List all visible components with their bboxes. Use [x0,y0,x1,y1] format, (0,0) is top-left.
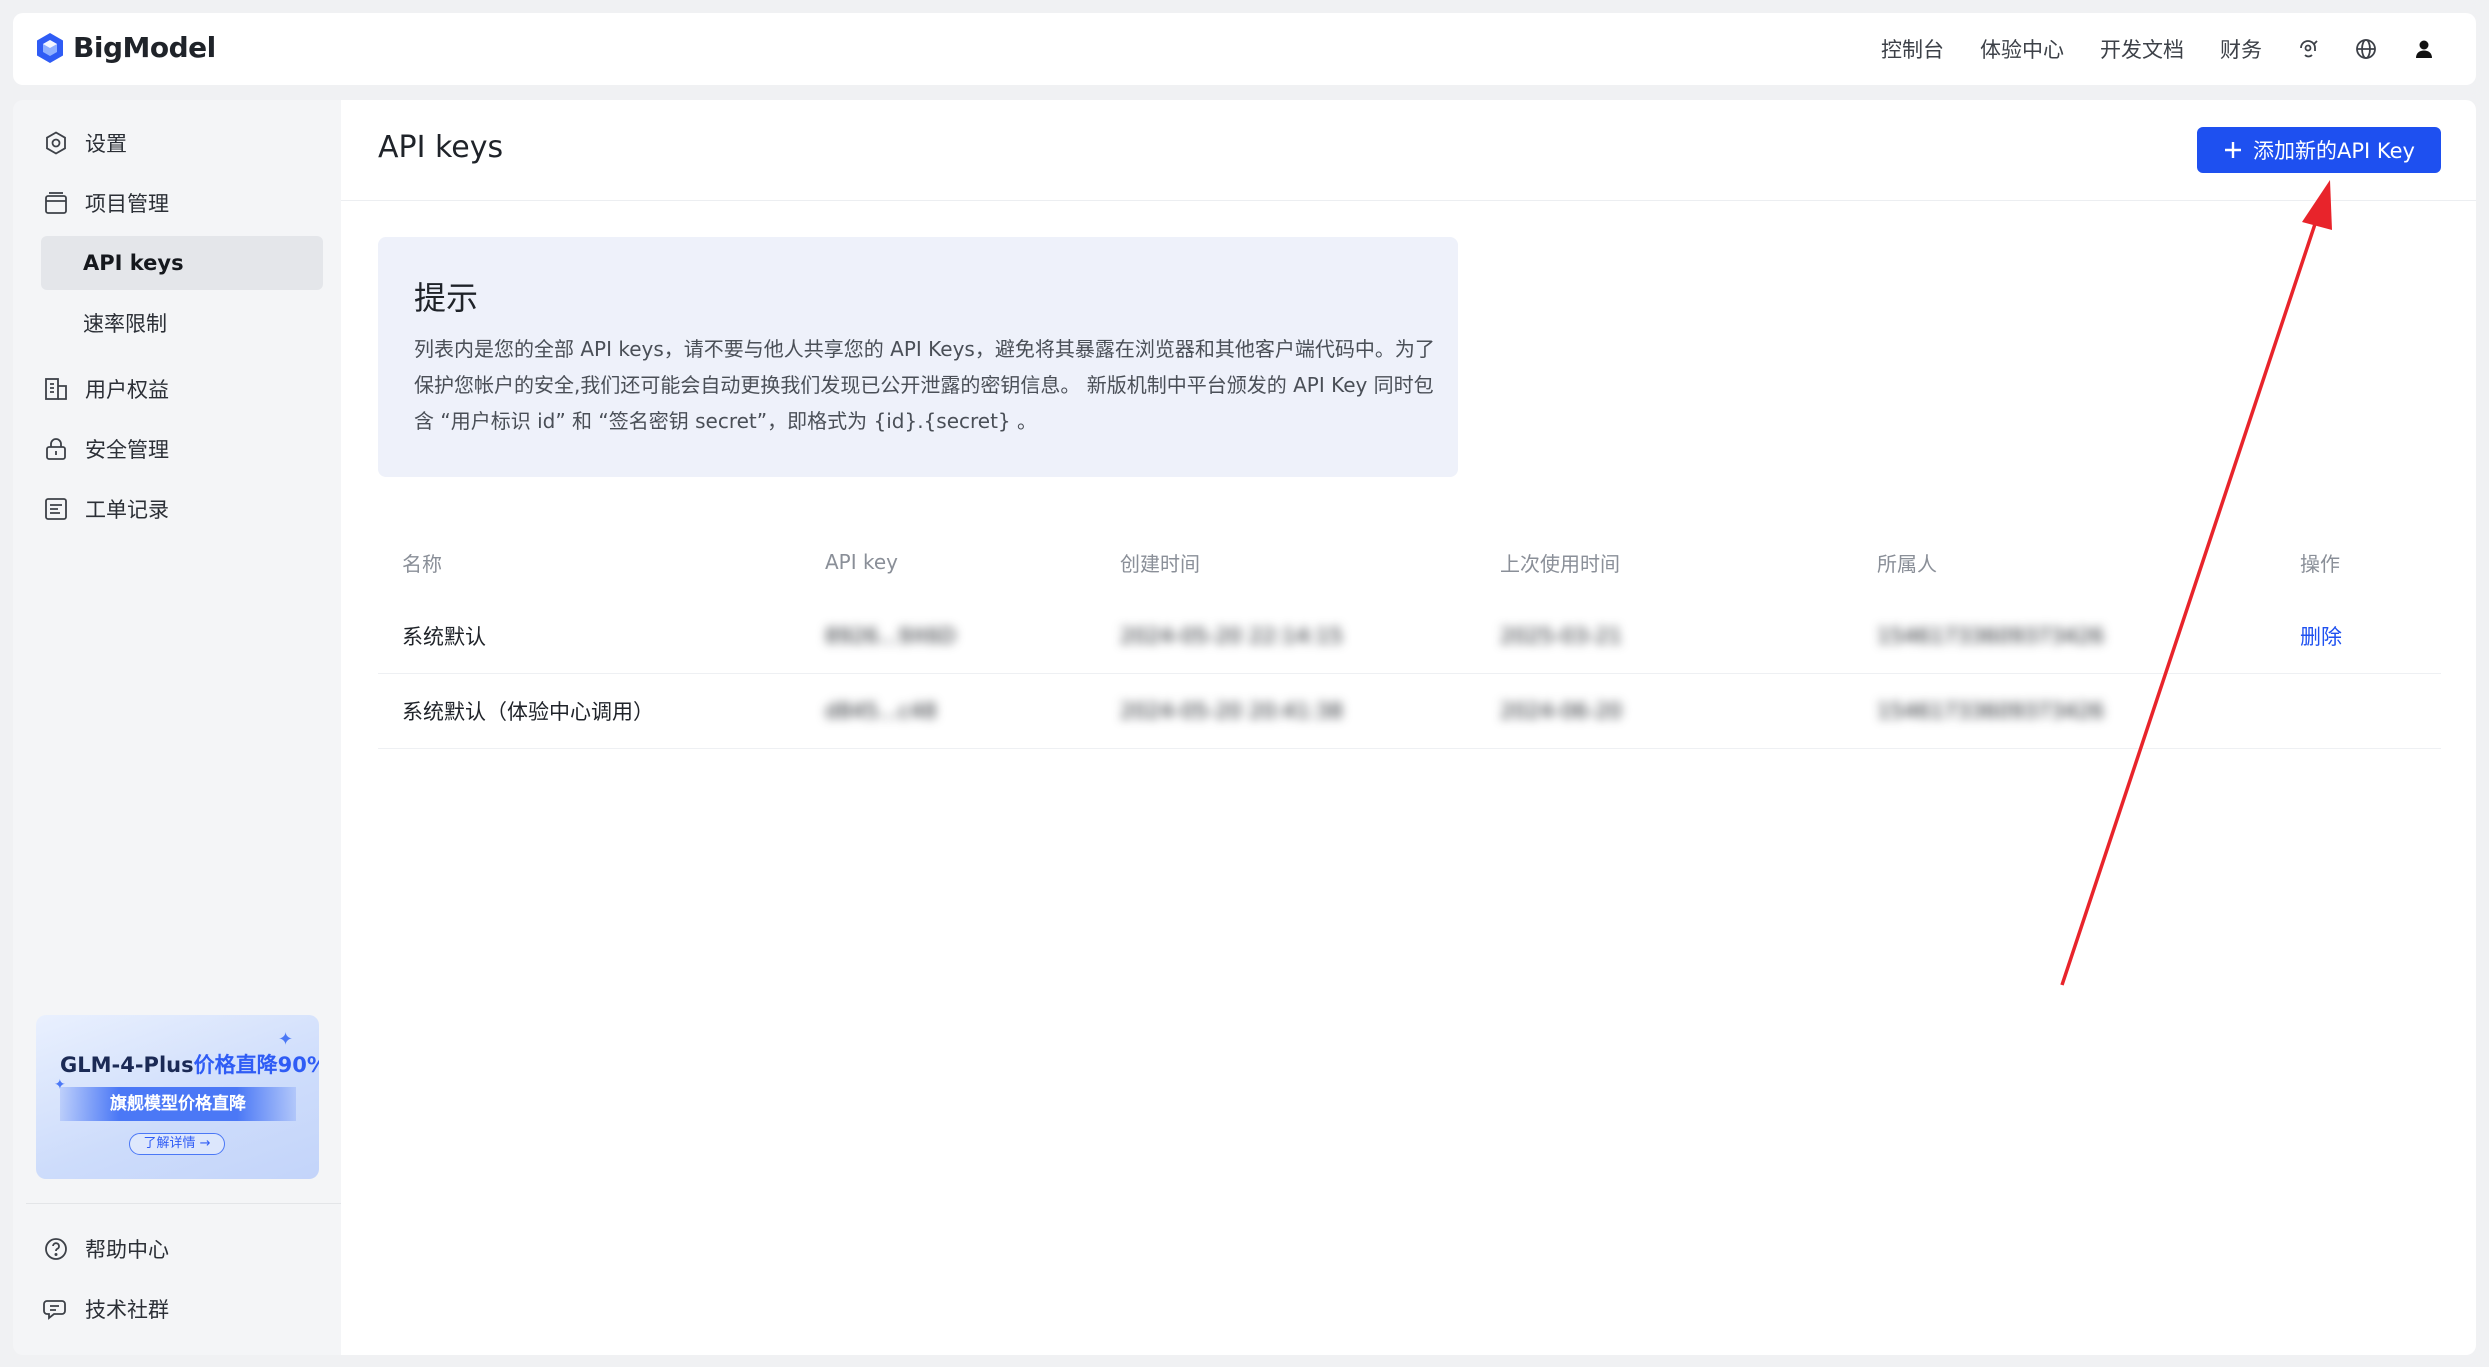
add-api-key-button[interactable]: 添加新的API Key [2197,127,2441,173]
key-value-masked: d845...c48 [801,673,1096,749]
promo-details-button[interactable]: 了解详情 → [129,1133,225,1155]
key-last-used-time: 2025-03-21 [1476,599,1853,674]
sidebar-subitem-api-keys[interactable]: API keys [41,236,323,290]
key-value-masked: 8926...9X6D [801,599,1096,674]
column-header-action: 操作 [2300,551,2340,576]
column-header-owner: 所属人 [1877,551,1937,576]
folder-icon [43,190,69,216]
sidebar-item-label: 项目管理 [85,192,169,216]
sidebar: 设置 项目管理 API keys 速率限制 用户权益 安全管理 工单记录 ✦ ✦… [13,100,341,1355]
sidebar-item-project-management[interactable]: 项目管理 [43,181,169,225]
sidebar-item-security[interactable]: 安全管理 [43,427,169,471]
brand-name: BigModel [73,31,216,64]
column-header-last-used: 上次使用时间 [1500,551,1620,576]
top-nav: 控制台 体验中心 开发文档 财务 [1845,13,2436,85]
tip-title: 提示 [414,279,479,317]
page-header: API keys 添加新的API Key [341,100,2476,201]
promo-title: GLM-4-Plus价格直降90% [60,1053,319,1077]
sidebar-item-label: 技术社群 [85,1298,169,1322]
sidebar-item-label: 安全管理 [85,438,169,462]
column-header-name: 名称 [402,551,442,576]
sparkle-icon: ✦ [278,1029,294,1050]
table-header-row: 名称 API key 创建时间 上次使用时间 所属人 操作 [378,525,2441,599]
nav-console[interactable]: 控制台 [1881,34,1944,64]
top-bar: BigModel 控制台 体验中心 开发文档 财务 [13,13,2476,85]
sidebar-item-label: 设置 [85,132,127,156]
nav-experience-center[interactable]: 体验中心 [1980,34,2064,64]
settings-icon [43,130,69,156]
sidebar-item-help-center[interactable]: 帮助中心 [43,1227,169,1271]
key-owner: 15461733609373426 [1853,599,2276,674]
sidebar-divider [26,1203,341,1204]
sidebar-subitem-rate-limit[interactable]: 速率限制 [41,296,323,350]
help-icon [43,1236,69,1262]
lock-icon [43,436,69,462]
sidebar-item-label: 工单记录 [85,498,169,522]
table-row: 系统默认 8926...9X6D 2024-05-20 22:14:15 202… [378,599,2441,674]
plus-icon [2225,142,2241,158]
add-api-key-label: 添加新的API Key [2253,139,2415,163]
tip-box: 提示 列表内是您的全部 API keys，请不要与他人共享您的 API Keys… [378,237,1458,477]
nav-finance[interactable]: 财务 [2220,34,2262,64]
key-action-cell: 删除 [2276,599,2441,674]
sidebar-item-label: 帮助中心 [85,1238,169,1262]
globe-icon[interactable] [2354,37,2378,61]
table-row: 系统默认（体验中心调用） d845...c48 2024-05-20 20:41… [378,673,2441,749]
sidebar-item-settings[interactable]: 设置 [43,121,127,165]
key-name: 系统默认（体验中心调用） [378,673,801,749]
brand-logo[interactable]: BigModel [35,31,216,64]
key-created-time: 2024-05-20 20:41:38 [1096,673,1476,749]
api-keys-table: 名称 API key 创建时间 上次使用时间 所属人 操作 系统默认 8926.… [378,525,2441,749]
key-created-time: 2024-05-20 22:14:15 [1096,599,1476,674]
key-action-cell [2276,673,2441,749]
sidebar-item-community[interactable]: 技术社群 [43,1287,169,1331]
page-title: API keys [378,130,504,165]
key-name: 系统默认 [378,599,801,674]
promo-banner[interactable]: ✦ ✦ GLM-4-Plus价格直降90% 旗舰模型价格直降 了解详情 → [36,1015,319,1179]
tip-body: 列表内是您的全部 API keys，请不要与他人共享您的 API Keys，避免… [414,337,1435,433]
main-content: API keys 添加新的API Key 提示 列表内是您的全部 API key… [341,100,2476,1355]
building-icon [43,376,69,402]
chat-icon [43,1296,69,1322]
key-last-used-time: 2024-06-20 [1476,673,1853,749]
bigmodel-logo-icon [37,32,63,63]
promo-subtitle: 旗舰模型价格直降 [60,1087,296,1121]
ticket-list-icon [43,496,69,522]
nav-dev-docs[interactable]: 开发文档 [2100,34,2184,64]
delete-key-link[interactable]: 删除 [2300,625,2342,649]
sidebar-item-label: 用户权益 [85,378,169,402]
key-owner: 15461733609373426 [1853,673,2276,749]
sidebar-item-tickets[interactable]: 工单记录 [43,487,169,531]
sidebar-item-user-benefits[interactable]: 用户权益 [43,367,169,411]
column-header-created: 创建时间 [1120,551,1200,576]
support-icon[interactable] [2296,37,2320,61]
user-avatar-icon[interactable] [2412,37,2436,61]
column-header-api-key: API key [825,550,899,574]
